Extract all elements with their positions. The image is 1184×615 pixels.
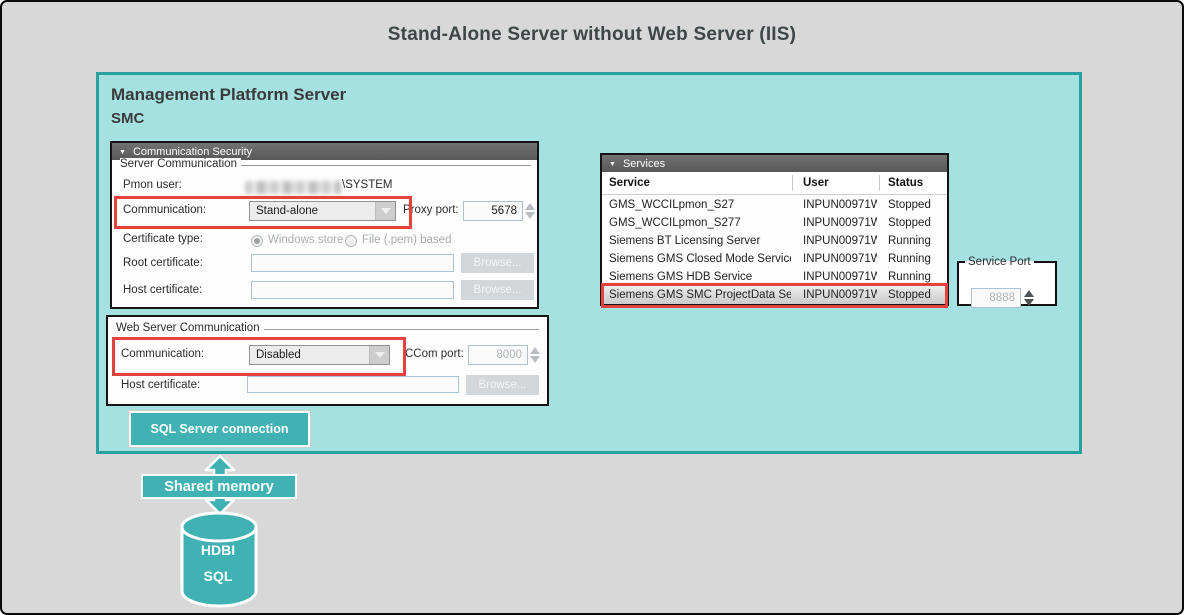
chevron-down-icon	[375, 352, 385, 358]
service-row[interactable]: Siemens GMS Closed Mode Service INPUN009…	[602, 250, 947, 268]
services-panel: ▼ Services Service User Status GMS_WCCIL…	[600, 153, 949, 306]
service-row[interactable]: GMS_WCCILpmon_S27 INPUN00971WC Stopped	[602, 196, 947, 214]
service-row[interactable]: Siemens BT Licensing Server INPUN00971WC…	[602, 232, 947, 250]
root-certificate-browse-button[interactable]: Browse...	[461, 253, 534, 273]
web-server-communication-group-label: Web Server Communication	[116, 322, 264, 334]
spinner-down-icon	[525, 212, 535, 219]
web-host-certificate-input[interactable]	[247, 376, 459, 393]
column-user[interactable]: User	[803, 172, 829, 194]
service-row[interactable]: GMS_WCCILpmon_S277 INPUN00971WC Stopped	[602, 214, 947, 232]
service-status: Running	[888, 268, 944, 286]
radio-file-pem-label: File (.pem) based	[362, 234, 451, 246]
service-name: GMS_WCCILpmon_S27	[609, 196, 791, 214]
sql-server-connection-button[interactable]: SQL Server connection	[129, 411, 310, 447]
service-status: Running	[888, 250, 944, 268]
dropdown-button[interactable]	[375, 202, 395, 220]
ccom-port-input[interactable]: 8000	[468, 345, 528, 365]
service-name: Siemens BT Licensing Server	[609, 232, 791, 250]
service-port-spinner[interactable]	[1023, 288, 1035, 308]
service-user: INPUN00971WC	[803, 196, 877, 214]
server-box-subtitle: SMC	[111, 110, 144, 127]
service-status: Stopped	[888, 214, 944, 232]
database-cylinder	[178, 510, 260, 611]
services-header-label: Services	[623, 158, 665, 170]
service-user: INPUN00971WC	[803, 250, 877, 268]
column-status[interactable]: Status	[888, 172, 923, 194]
root-certificate-input[interactable]	[251, 254, 454, 272]
spinner-up-icon	[530, 347, 540, 354]
service-name: Siemens GMS SMC ProjectData Service	[609, 286, 791, 304]
radio-file-pem[interactable]	[345, 235, 357, 247]
spinner-up-icon	[525, 203, 535, 210]
column-service[interactable]: Service	[609, 172, 650, 194]
service-user: INPUN00971WC	[803, 268, 877, 286]
service-port-label: Service Port	[965, 256, 1034, 268]
web-communication-dropdown[interactable]: Disabled	[249, 345, 390, 365]
pmon-user-label: Pmon user:	[123, 179, 182, 191]
radio-windows-store[interactable]	[251, 235, 263, 247]
collapse-icon: ▼	[119, 149, 126, 156]
service-status: Stopped	[888, 286, 944, 304]
server-communication-group-label: Server Communication	[120, 158, 241, 170]
server-box-title: Management Platform Server	[111, 85, 346, 105]
diagram-frame: Stand-Alone Server without Web Server (I…	[0, 0, 1184, 615]
service-status: Stopped	[888, 196, 944, 214]
spinner-down-icon	[530, 356, 540, 363]
proxy-port-label: Proxy port:	[403, 204, 459, 216]
spinner-down-icon	[1024, 299, 1034, 306]
ccom-port-spinner[interactable]	[529, 345, 541, 365]
service-port-input[interactable]: 8888	[971, 288, 1021, 308]
service-name: Siemens GMS Closed Mode Service	[609, 250, 791, 268]
management-platform-server-box: Management Platform Server SMC ▼ Communi…	[96, 72, 1082, 454]
communication-label: Communication:	[123, 204, 206, 216]
column-separator[interactable]	[792, 175, 793, 191]
web-communication-dropdown-value: Disabled	[250, 349, 369, 361]
service-status: Running	[888, 232, 944, 250]
proxy-port-spinner[interactable]	[524, 201, 536, 221]
dropdown-button[interactable]	[369, 346, 389, 364]
service-name: Siemens GMS HDB Service	[609, 268, 791, 286]
radio-windows-store-label: Windows store	[268, 234, 343, 246]
service-user: INPUN00971WC	[803, 232, 877, 250]
page-title: Stand-Alone Server without Web Server (I…	[2, 24, 1182, 46]
ccom-port-label: CCom port:	[405, 348, 464, 360]
web-server-communication-panel: Web Server Communication Communication: …	[106, 315, 549, 406]
services-column-header: Service User Status	[602, 172, 947, 195]
service-row-selected[interactable]: Siemens GMS SMC ProjectData Service INPU…	[602, 286, 947, 304]
spinner-up-icon	[1024, 290, 1034, 297]
service-port-fieldset: Service Port 8888	[957, 256, 1057, 306]
communication-security-panel: ▼ Communication Security Server Communic…	[110, 141, 539, 309]
communication-security-header-label: Communication Security	[133, 146, 252, 158]
communication-dropdown[interactable]: Stand-alone	[249, 201, 396, 221]
service-user: INPUN00971WC	[803, 214, 877, 232]
web-host-certificate-label: Host certificate:	[121, 379, 200, 391]
database-label-line1: HDBI	[178, 542, 258, 558]
web-host-certificate-browse-button[interactable]: Browse...	[466, 375, 539, 395]
pmon-user-value-suffix: \SYSTEM	[342, 179, 392, 191]
chevron-down-icon	[381, 208, 391, 214]
communication-dropdown-value: Stand-alone	[250, 205, 375, 217]
root-certificate-label: Root certificate:	[123, 257, 203, 269]
column-separator[interactable]	[879, 175, 880, 191]
service-row[interactable]: Siemens GMS HDB Service INPUN00971WC Run…	[602, 268, 947, 286]
service-name: GMS_WCCILpmon_S277	[609, 214, 791, 232]
web-communication-label: Communication:	[121, 348, 204, 360]
collapse-icon: ▼	[609, 161, 616, 168]
host-certificate-browse-button[interactable]: Browse...	[461, 280, 534, 300]
certificate-type-label: Certificate type:	[123, 233, 203, 245]
service-user: INPUN00971WC	[803, 286, 877, 304]
services-header[interactable]: ▼ Services	[602, 155, 947, 172]
database-label-line2: SQL	[178, 568, 258, 584]
host-certificate-input[interactable]	[251, 281, 454, 299]
host-certificate-label: Host certificate:	[123, 284, 202, 296]
shared-memory-label: Shared memory	[141, 474, 297, 499]
pmon-user-redacted-value	[245, 181, 341, 194]
proxy-port-input[interactable]: 5678	[463, 201, 523, 221]
